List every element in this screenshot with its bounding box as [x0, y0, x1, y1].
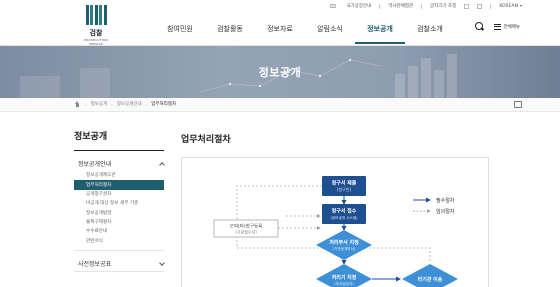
chevron-down-icon [159, 259, 165, 266]
sidebar-item[interactable]: 불복구제절차 [74, 218, 164, 227]
sidebar-item[interactable]: 관련서식 [74, 237, 164, 246]
process-flowchart: 모의(타)청구등록 (기관접수처) 청구서 제출 (청구인) 청구서 접수 (정… [213, 176, 458, 287]
sidebar-submenu: 정보공개제도란 업무처리절차 공개청구권자 비공개 대상 정보 세부 기준 정보… [74, 171, 164, 251]
flow-diamond-assign-handler: 처리기 지정 (부서담당자) [316, 264, 372, 287]
site-header: 검찰 PROSECUTION SERVICE 참여민원 검찰활동 정보자료 알림… [0, 0, 560, 46]
flow-box-submit: 청구서 제출 (청구인) [322, 176, 366, 196]
chevron-right-icon: › [111, 101, 113, 107]
flow-box-label: 청구서 제출 [332, 180, 357, 187]
flow-diamond-label: 타기관 이송 [418, 276, 443, 283]
nav-item-activities[interactable]: 검찰활동 [205, 24, 255, 44]
breadcrumb-item[interactable]: 정보공개 [91, 101, 108, 107]
chevron-up-icon [159, 161, 165, 168]
sidebar-group-label: 정보공개안내 [78, 161, 112, 168]
page-banner: 정보공개 [0, 46, 560, 98]
sidebar-item-active[interactable]: 업무처리절차 [74, 180, 164, 190]
sidebar-item[interactable]: 정보공개제도란 [74, 171, 164, 180]
legend: 필수절차 임의절차 [413, 197, 455, 215]
home-icon[interactable] [74, 101, 81, 107]
logo-name: 검찰 [89, 29, 103, 37]
breadcrumb: › 정보공개 › 정보공개안내 › 업무처리절차 [0, 98, 560, 112]
flow-diamond-transfer: 타기관 이송 [402, 264, 458, 287]
nav-item-disclosure[interactable]: 정보공개 [355, 24, 405, 44]
print-icon[interactable] [514, 101, 522, 108]
search-icon[interactable] [475, 22, 484, 31]
sidebar-item[interactable]: 수수료안내 [74, 227, 164, 236]
sidebar-item[interactable]: 정보공개법령 [74, 209, 164, 218]
side-box-label: 모의(타)청구등록 [230, 223, 263, 230]
site-logo[interactable]: 검찰 PROSECUTION SERVICE [78, 5, 114, 46]
flow-box-sub: (정보공개 시스템) [330, 215, 358, 220]
sidebar-title: 정보공개 [74, 112, 164, 151]
content-title: 업무처리절차 [181, 135, 231, 145]
flow-box-receive: 청구서 접수 (정보공개 시스템) [322, 204, 366, 224]
nav-item-data[interactable]: 정보자료 [255, 24, 305, 44]
all-menu-button[interactable]: 전체메뉴 [494, 23, 520, 30]
side-registration-box: 모의(타)청구등록 (기관접수처) [213, 219, 279, 238]
banner-title: 정보공개 [258, 66, 302, 79]
nav-item-participation[interactable]: 참여민원 [155, 24, 205, 44]
flow-diamond-label: 처리기 지정 [332, 274, 357, 281]
sidebar-group-disclosure-guide[interactable]: 정보공개안내 [74, 151, 165, 171]
process-diagram: 모의(타)청구등록 (기관접수처) 청구서 제출 (청구인) 청구서 접수 (정… [181, 157, 489, 287]
flow-diamond-sub: (기관공개부서) [333, 246, 356, 251]
optional-flow-line [236, 185, 322, 224]
header-tools: 전체메뉴 [475, 22, 520, 31]
sidebar-item[interactable]: 비공개 대상 정보 세부 기준 [74, 199, 164, 208]
logo-eng-name: PROSECUTION SERVICE [84, 38, 108, 46]
flow-diamond-label: 처리부서 지정 [329, 239, 359, 246]
legend-optional-label: 임의절차 [436, 208, 455, 215]
flow-diamond-assign-dept: 처리부서 지정 (기관공개부서) [316, 230, 372, 260]
main-nav: 참여민원 검찰활동 정보자료 알림소식 정보공개 검찰소개 [155, 24, 455, 44]
chevron-right-icon: › [85, 101, 87, 107]
chevron-right-icon: › [145, 101, 148, 107]
hamburger-icon [494, 23, 502, 30]
all-menu-label: 전체메뉴 [503, 24, 520, 30]
nav-item-news[interactable]: 알림소식 [305, 24, 355, 44]
side-box-sub: (기관접수처) [235, 229, 257, 235]
flow-box-sub: (청구인) [337, 186, 352, 192]
breadcrumb-item[interactable]: 정보공개안내 [117, 101, 142, 107]
sidebar-item[interactable]: 공개청구권자 [74, 190, 164, 199]
flow-box-label: 청구서 접수 [332, 208, 357, 215]
breadcrumb-current: 업무처리절차 [151, 102, 177, 107]
sidebar-group-prior-disclosure[interactable]: 사전정보공표 [74, 251, 165, 272]
flow-diamond-sub: (부서담당자) [334, 281, 354, 286]
sidebar-group-label: 사전정보공표 [78, 261, 112, 268]
nav-item-about[interactable]: 검찰소개 [405, 24, 455, 44]
logo-mark-icon [78, 5, 114, 25]
legend-required-label: 필수절차 [436, 197, 455, 204]
sidebar: 정보공개 정보공개안내 정보공개제도란 업무처리절차 공개청구권자 비공개 대상… [74, 112, 165, 272]
